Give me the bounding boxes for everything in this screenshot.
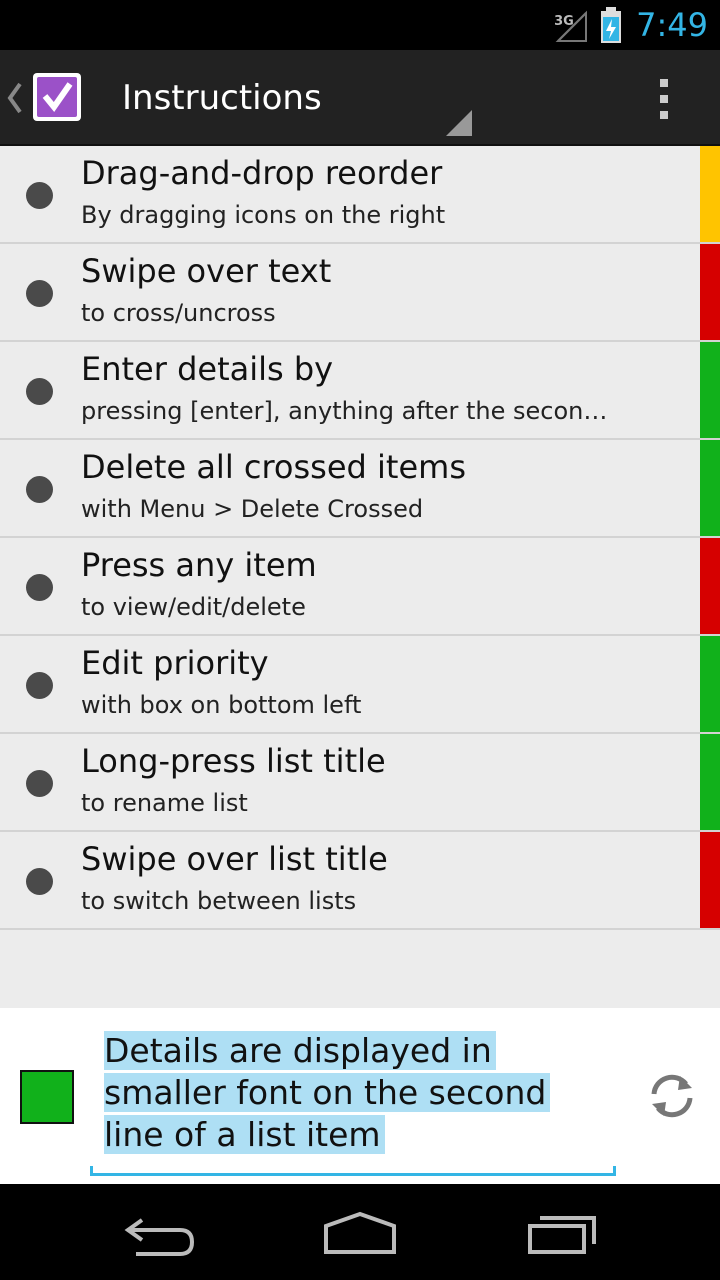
- signal-icon: 3G: [554, 5, 590, 45]
- list-title-spinner[interactable]: Instructions: [122, 72, 322, 124]
- drag-handle-priority-bar[interactable]: [700, 342, 720, 438]
- item-title: Swipe over list title: [81, 840, 388, 878]
- drag-handle-priority-bar[interactable]: [700, 440, 720, 536]
- action-bar: Instructions: [0, 50, 720, 146]
- item-title: Enter details by: [81, 350, 334, 388]
- app-checkbox-icon[interactable]: [32, 72, 82, 122]
- clock: 7:49: [636, 6, 708, 44]
- list-item[interactable]: Enter details by pressing [enter], anyth…: [0, 342, 720, 440]
- list-item[interactable]: Swipe over text to cross/uncross: [0, 244, 720, 342]
- drag-handle-priority-bar[interactable]: [700, 734, 720, 830]
- back-icon[interactable]: [110, 1202, 210, 1262]
- drag-handle-priority-bar[interactable]: [700, 244, 720, 340]
- item-title: Drag-and-drop reorder: [81, 154, 443, 192]
- list-item[interactable]: Drag-and-drop reorder By dragging icons …: [0, 146, 720, 244]
- drag-handle-priority-bar[interactable]: [700, 146, 720, 242]
- bullet-icon[interactable]: [26, 868, 53, 895]
- item-title: Press any item: [81, 546, 317, 584]
- item-subtitle: with box on bottom left: [81, 691, 362, 719]
- list-item[interactable]: Edit priority with box on bottom left: [0, 636, 720, 734]
- drag-handle-priority-bar[interactable]: [700, 636, 720, 732]
- item-title: Long-press list title: [81, 742, 386, 780]
- list-item[interactable]: Press any item to view/edit/delete: [0, 538, 720, 636]
- bullet-icon[interactable]: [26, 280, 53, 307]
- overflow-menu-icon[interactable]: [648, 74, 680, 124]
- spinner-corner-icon: [446, 110, 472, 136]
- bullet-icon[interactable]: [26, 574, 53, 601]
- bullet-icon[interactable]: [26, 182, 53, 209]
- item-title: Swipe over text: [81, 252, 332, 290]
- item-subtitle: to rename list: [81, 789, 248, 817]
- item-text-field[interactable]: Details are displayed in smaller font on…: [90, 1030, 616, 1176]
- field-underline: [90, 1166, 616, 1176]
- recents-icon[interactable]: [510, 1202, 610, 1262]
- item-subtitle: to switch between lists: [81, 887, 357, 915]
- item-subtitle: to cross/uncross: [81, 299, 276, 327]
- priority-box[interactable]: [20, 1070, 74, 1124]
- list-item[interactable]: Delete all crossed items with Menu > Del…: [0, 440, 720, 538]
- todo-list: Drag-and-drop reorder By dragging icons …: [0, 146, 720, 1008]
- item-subtitle: By dragging icons on the right: [81, 201, 446, 229]
- home-icon[interactable]: [310, 1202, 410, 1262]
- battery-charging-icon: [600, 5, 622, 45]
- item-title: Edit priority: [81, 644, 269, 682]
- status-icons: 3G 7:49: [554, 0, 708, 50]
- item-title: Delete all crossed items: [81, 448, 466, 486]
- selected-text: Details are displayed in smaller font on…: [104, 1031, 551, 1154]
- up-caret-icon[interactable]: [6, 78, 24, 127]
- bullet-icon[interactable]: [26, 476, 53, 503]
- status-bar: 3G 7:49: [0, 0, 720, 50]
- item-subtitle: pressing [enter], anything after the sec…: [81, 397, 608, 425]
- list-item[interactable]: Long-press list title to rename list: [0, 734, 720, 832]
- navigation-bar: [0, 1184, 720, 1280]
- item-subtitle: to view/edit/delete: [81, 593, 306, 621]
- list-item[interactable]: Swipe over list title to switch between …: [0, 832, 720, 930]
- bullet-icon[interactable]: [26, 378, 53, 405]
- item-editor: Details are displayed in smaller font on…: [0, 1008, 720, 1184]
- item-subtitle: with Menu > Delete Crossed: [81, 495, 424, 523]
- item-text-value[interactable]: Details are displayed in smaller font on…: [104, 1030, 604, 1156]
- drag-handle-priority-bar[interactable]: [700, 832, 720, 928]
- drag-handle-priority-bar[interactable]: [700, 538, 720, 634]
- bullet-icon[interactable]: [26, 672, 53, 699]
- refresh-icon[interactable]: [646, 1070, 698, 1122]
- bullet-icon[interactable]: [26, 770, 53, 797]
